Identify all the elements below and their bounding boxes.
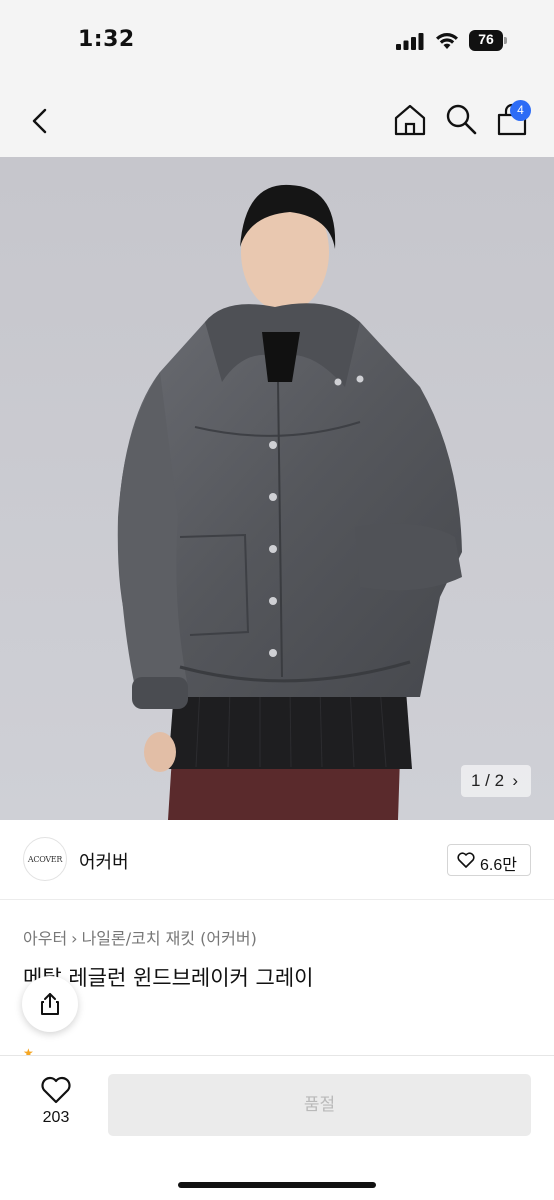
brand-row[interactable]: ACOVER 어커버 6.6만 <box>0 820 554 900</box>
brand-name[interactable]: 어커버 <box>79 848 129 874</box>
back-arrow-icon[interactable] <box>24 104 58 138</box>
battery-level: 76 <box>478 31 494 47</box>
cellular-signal-icon <box>396 33 424 50</box>
product-image[interactable] <box>0 157 554 820</box>
wifi-icon <box>436 33 458 49</box>
chevron-right-icon: › <box>71 929 78 948</box>
brand-like-button[interactable]: 6.6만 <box>447 844 531 876</box>
category-breadcrumb: 아우터 › 나일론/코치 재킷 (어커버) <box>23 925 257 949</box>
chevron-right-icon: › <box>512 771 518 790</box>
cart-count-badge: 4 <box>510 100 531 121</box>
status-bar: 1:32 76 <box>0 0 554 84</box>
share-button[interactable] <box>22 976 78 1032</box>
share-icon <box>41 993 59 1015</box>
brand-logo[interactable]: ACOVER <box>23 837 67 881</box>
search-icon[interactable] <box>444 102 478 136</box>
image-page-indicator[interactable]: 1 / 2 › <box>461 765 531 797</box>
breadcrumb-item[interactable]: 나일론/코치 재킷 (어커버) <box>82 929 257 948</box>
wishlist-count: 203 <box>42 1109 70 1126</box>
heart-outline-icon <box>457 852 475 868</box>
brand-like-count: 6.6만 <box>480 857 517 874</box>
product-photo <box>0 157 554 820</box>
purchase-bar: 203 품절 <box>0 1055 554 1200</box>
image-counter-text: 1 / 2 <box>471 771 505 790</box>
sold-out-button[interactable]: 품절 <box>108 1074 531 1136</box>
battery-icon: 76 <box>469 30 509 51</box>
home-indicator <box>178 1182 376 1188</box>
home-icon[interactable] <box>392 102 428 138</box>
breadcrumb-item[interactable]: 아우터 <box>23 929 67 948</box>
status-time: 1:32 <box>78 27 135 52</box>
top-nav-bar <box>0 84 554 157</box>
heart-outline-icon[interactable] <box>40 1076 72 1104</box>
